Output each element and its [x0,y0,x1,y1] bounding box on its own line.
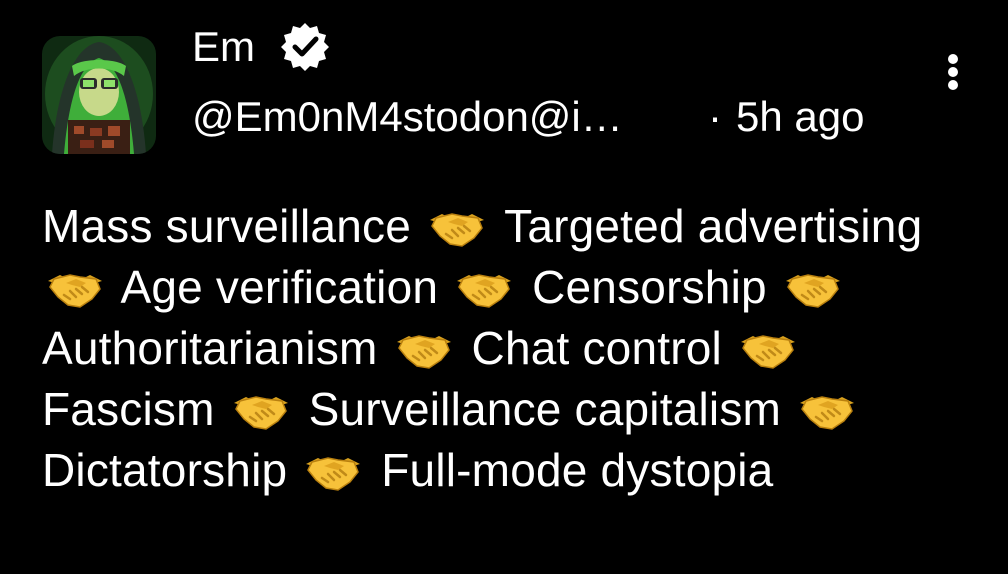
handshake-emoji-icon [395,328,453,372]
handshake-emoji-icon [798,389,856,433]
post-timestamp[interactable]: 5h ago [736,92,864,142]
handshake-emoji-icon [46,267,104,311]
post-text-segment: Dictatorship [42,444,301,496]
handshake-emoji-icon [784,267,842,311]
display-name[interactable]: Em [192,22,255,72]
more-vertical-icon-dot [948,67,958,77]
post-card[interactable]: Em @Em0nM4stodon@i… · 5h ago Mass survei… [0,0,1008,574]
more-options-button[interactable] [934,50,974,94]
post-text-segment: Chat control [458,322,735,374]
post-text-segment: Mass surveillance [42,200,424,252]
post-text-segment: Full-mode dystopia [368,444,774,496]
handshake-emoji-icon [739,328,797,372]
avatar[interactable] [42,36,156,154]
handshake-emoji-icon [232,389,290,433]
handshake-emoji-icon [304,450,362,494]
more-vertical-icon [948,54,958,64]
avatar-icon [42,36,156,154]
handshake-emoji-icon [455,267,513,311]
more-vertical-icon-dot [948,80,958,90]
post-body: Mass surveillance Targeted advertising A… [42,196,972,501]
post-text-segment: Age verification [110,261,452,313]
post-text-segment: Surveillance capitalism [295,383,795,435]
handshake-emoji-icon [428,206,486,250]
verified-badge-icon [281,23,329,71]
post-text-segment: Censorship [519,261,780,313]
post-text-segment: Targeted advertising [491,200,923,252]
author-handle[interactable]: @Em0nM4stodon@i… [192,92,623,142]
separator-dot: · [708,93,722,140]
post-text-segment: Authoritarianism [42,322,391,374]
post-text-segment: Fascism [42,383,228,435]
